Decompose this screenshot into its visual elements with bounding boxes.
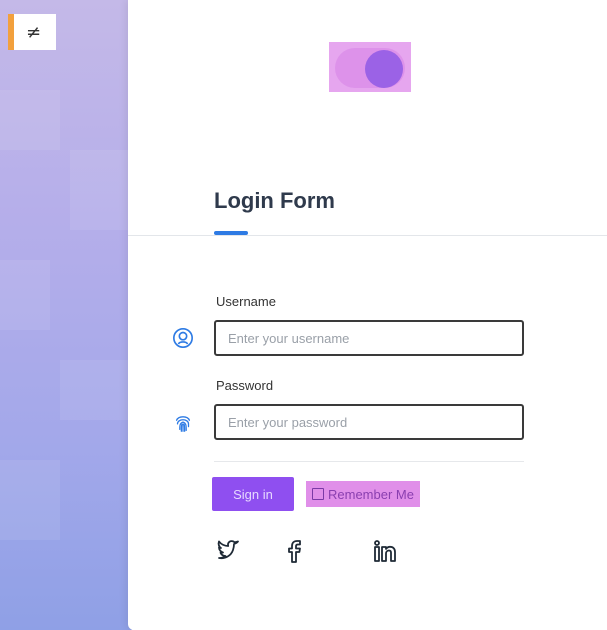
login-card — [128, 0, 607, 630]
fingerprint-icon — [175, 416, 191, 432]
linkedin-icon[interactable] — [372, 538, 398, 564]
form-title: Login Form — [214, 188, 335, 213]
facebook-icon[interactable] — [282, 538, 308, 564]
theme-toggle[interactable] — [329, 42, 411, 92]
password-label: Password — [216, 378, 274, 393]
username-input[interactable] — [214, 320, 524, 356]
sign-in-button[interactable]: Sign in — [212, 477, 294, 511]
header-divider — [128, 235, 607, 236]
not-equal-badge[interactable]: ≠ — [8, 14, 56, 50]
twitter-icon[interactable] — [216, 538, 242, 564]
checkbox-box[interactable] — [312, 488, 324, 500]
gradient-side-panel: ≠ — [0, 0, 132, 630]
toggle-knob — [365, 50, 403, 88]
login-screen: ≠ Login Form Username Password Sign in — [0, 0, 607, 630]
remember-me-label: Remember Me — [328, 486, 414, 502]
toggle-track — [335, 48, 405, 88]
user-circle-icon — [173, 328, 193, 348]
password-input[interactable] — [214, 404, 524, 440]
username-label: Username — [216, 294, 276, 309]
remember-me-checkbox[interactable]: Remember Me — [306, 481, 420, 507]
actions-divider — [214, 461, 524, 462]
not-equal-icon: ≠ — [26, 21, 42, 43]
